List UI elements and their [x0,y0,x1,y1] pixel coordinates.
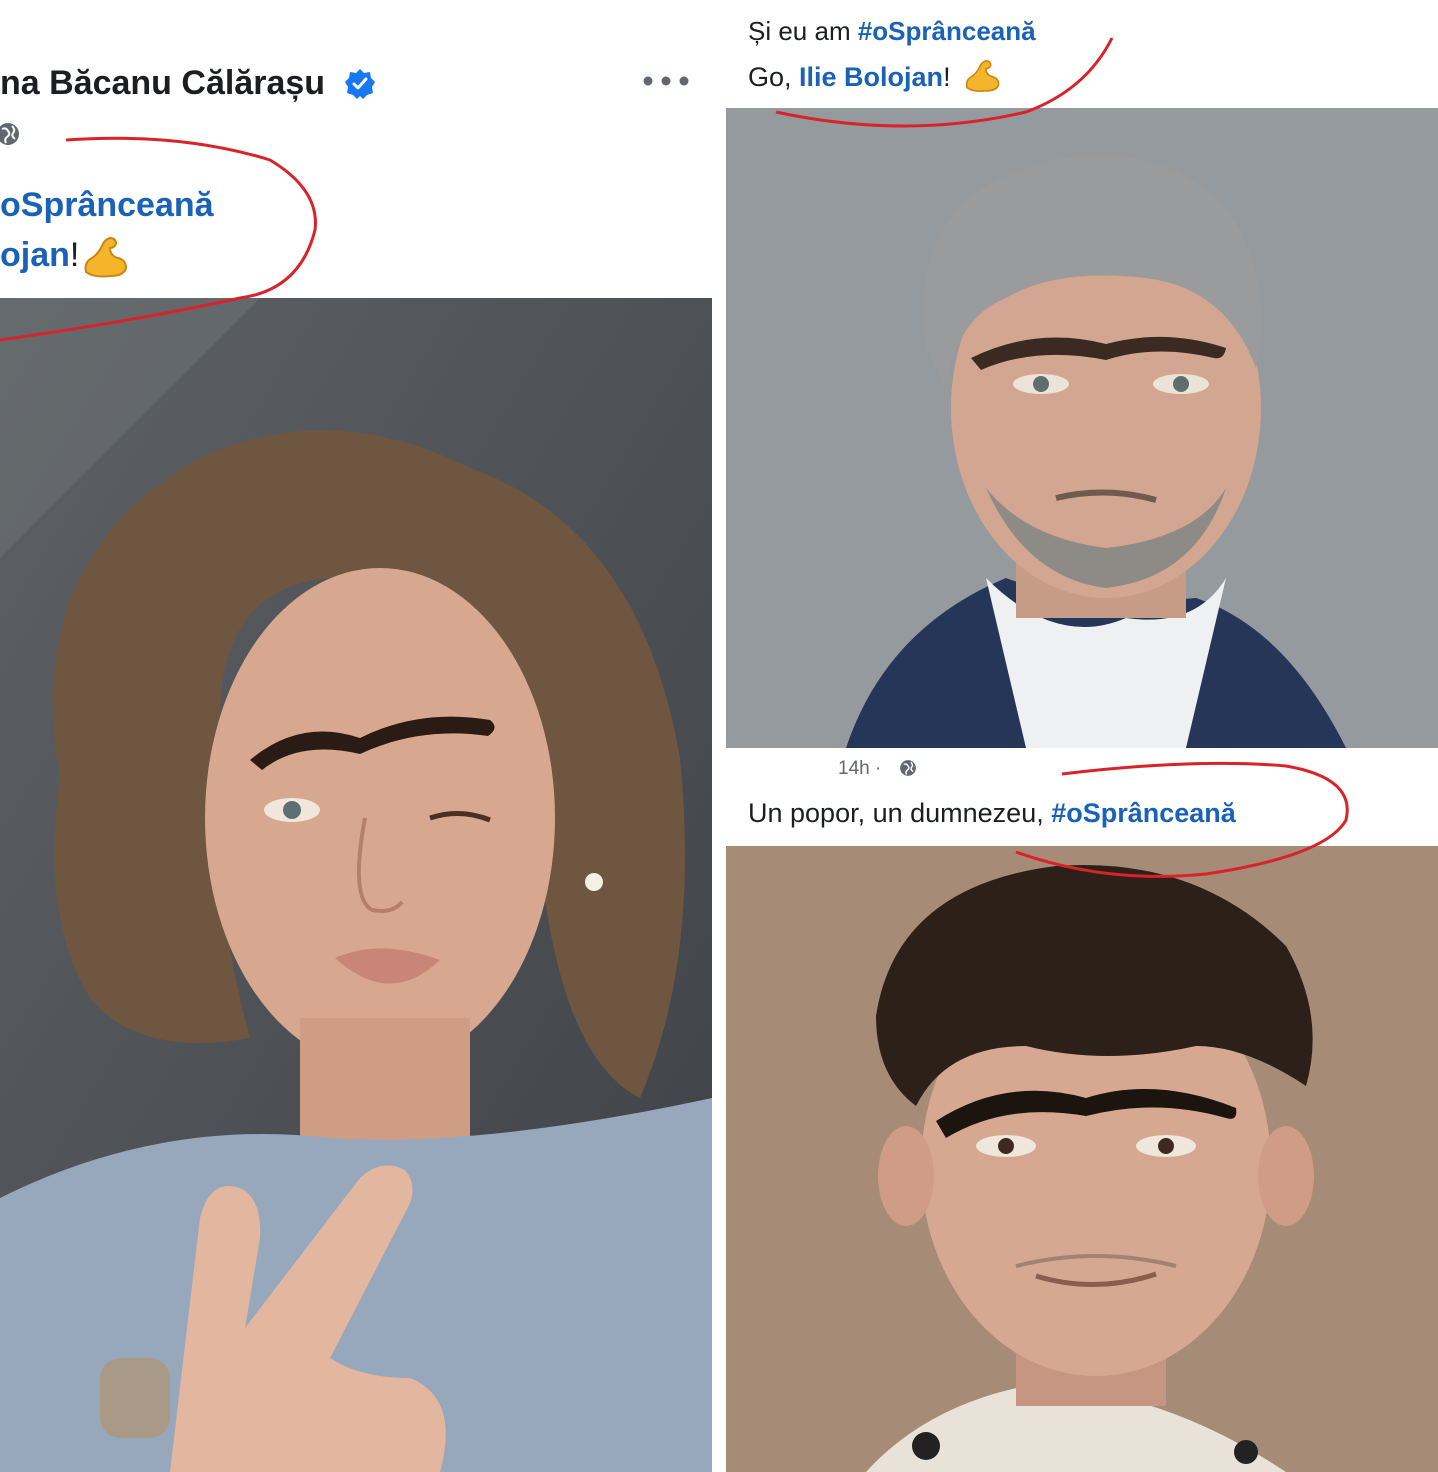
go-mention-line: Go, Ilie Bolojan! [748,62,951,93]
post-author-name[interactable]: na Băcanu Călărașu [0,64,325,103]
flexed-biceps-icon [962,56,1002,94]
cut-line-hashtag-link[interactable]: #oSprânceană [858,16,1036,46]
mention-link[interactable]: Ilie Bolojan [799,62,943,92]
globe-icon [898,758,918,778]
globe-icon [0,120,22,148]
flexed-biceps-icon [80,232,130,280]
left-post-photo[interactable] [0,298,712,1472]
more-options-icon[interactable] [640,72,692,90]
caption-text: Un popor, un dumnezeu, [748,798,1052,828]
bottom-right-post-photo[interactable] [726,846,1438,1472]
post-caption: Un popor, un dumnezeu, #oSprânceană [748,798,1236,829]
top-right-post-photo[interactable] [726,108,1438,748]
mention-link[interactable]: ojan [0,236,70,274]
post-mention-line: ojan! [0,236,79,275]
hashtag-link[interactable]: #oSprânceană [1051,798,1236,828]
post-hashtag-line: oSprânceană [0,186,214,225]
punctuation: ! [69,236,80,274]
verified-badge-icon [344,68,376,100]
cut-line-text: Și eu am [748,16,858,46]
hashtag-link[interactable]: oSprânceană [0,186,214,224]
punctuation: ! [943,62,951,92]
post-timestamp-row: 14h · [838,758,881,780]
go-prefix: Go, [748,62,800,92]
bottom-right-post: 14h · Un popor, un dumnezeu, #oSprâncean… [726,748,1438,1472]
separator: · [874,758,882,779]
left-post: na Băcanu Călărașu oSprânceană ojan! [0,0,712,1472]
cut-off-caption-line: Și eu am #oSprânceană [748,16,1036,47]
post-timestamp[interactable]: 14h [838,758,870,779]
top-right-post: Și eu am #oSprânceană Go, Ilie Bolojan! [726,0,1438,748]
